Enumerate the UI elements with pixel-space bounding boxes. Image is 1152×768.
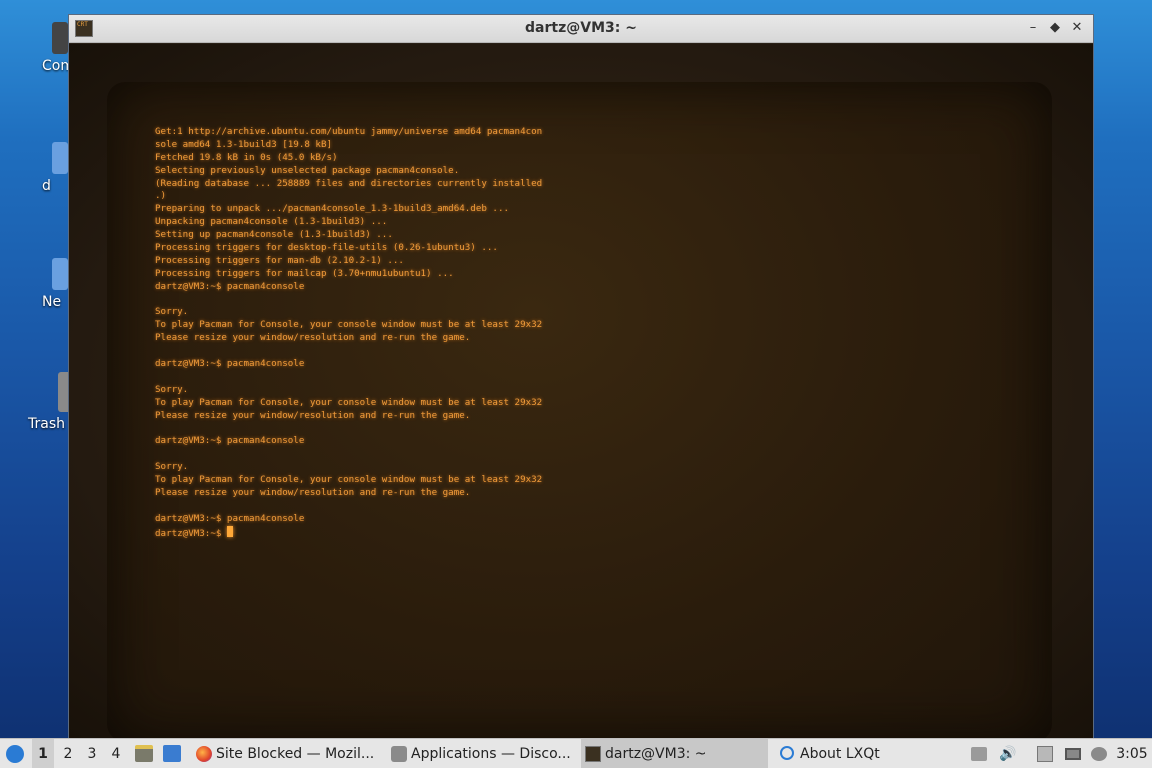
firefox-icon xyxy=(196,746,212,762)
console-line: Preparing to unpack .../pacman4console_1… xyxy=(155,203,510,215)
file-manager-launcher[interactable] xyxy=(132,739,154,768)
crt-bezel: Get:1 http://archive.ubuntu.com/ubuntu j… xyxy=(69,44,1093,739)
network-button[interactable] xyxy=(1062,739,1084,768)
task-button-discover[interactable]: Applications — Disco... xyxy=(387,739,577,768)
console-line: Processing triggers for mailcap (3.70+nm… xyxy=(155,267,454,279)
desktop-icon-label: Com xyxy=(42,58,74,74)
task-label: Applications — Disco... xyxy=(411,746,571,762)
console-line: Setting up pacman4console (1.3-1build3) … xyxy=(155,229,393,241)
crt-screen[interactable]: Get:1 http://archive.ubuntu.com/ubuntu j… xyxy=(107,82,1052,739)
computer-icon xyxy=(52,22,68,54)
network-icon xyxy=(1065,748,1081,760)
console-line: Sorry. xyxy=(155,306,189,318)
console-line: dartz@VM3:~$ pacman4console xyxy=(155,512,305,524)
console-line: Selecting previously unselected package … xyxy=(155,164,460,176)
task-label: Site Blocked — Mozil... xyxy=(216,746,375,762)
console-line: dartz@VM3:~$ pacman4console xyxy=(155,435,305,447)
tray-app-button[interactable] xyxy=(968,739,990,768)
folder-icon xyxy=(52,142,68,174)
start-menu-button[interactable] xyxy=(4,739,28,768)
window-title: dartz@VM3: ~ xyxy=(525,20,637,36)
taskbar: 1 2 3 4 Site Blocked — Mozil... Applicat… xyxy=(0,738,1152,768)
shell-prompt: dartz@VM3:~$ xyxy=(155,527,227,539)
terminal-window[interactable]: CRT dartz@VM3: ~ – ◆ ✕ Get:1 http://arch… xyxy=(68,14,1094,740)
workspace-1-button[interactable]: 1 xyxy=(32,739,54,768)
workspace-2-button[interactable]: 2 xyxy=(57,739,79,768)
desktop-icon-label: d xyxy=(42,178,51,194)
task-button-about-lxqt[interactable]: About LXQt xyxy=(776,739,936,768)
console-line: Please resize your window/resolution and… xyxy=(155,409,471,421)
console-line: .) xyxy=(155,190,167,202)
window-titlebar[interactable]: CRT dartz@VM3: ~ – ◆ ✕ xyxy=(69,15,1093,43)
task-button-terminal[interactable]: dartz@VM3: ~ xyxy=(581,739,768,768)
network-folder-icon xyxy=(52,258,68,290)
task-label: About LXQt xyxy=(800,746,880,762)
console-output[interactable]: Get:1 http://archive.ubuntu.com/ubuntu j… xyxy=(155,126,655,539)
lxqt-logo-icon xyxy=(6,745,24,763)
volume-icon: 🔊 xyxy=(999,746,1017,762)
show-desktop-icon xyxy=(163,745,181,762)
console-line: Please resize your window/resolution and… xyxy=(155,486,471,498)
show-desktop-button[interactable] xyxy=(160,739,182,768)
clock[interactable]: 3:05 xyxy=(1112,739,1152,768)
desktop-icon-network[interactable]: Ne xyxy=(0,258,70,310)
console-line: Processing triggers for desktop-file-uti… xyxy=(155,242,498,254)
clipboard-button[interactable] xyxy=(1034,739,1056,768)
desktop-icon-home[interactable]: d xyxy=(0,142,70,194)
task-button-firefox[interactable]: Site Blocked — Mozil... xyxy=(192,739,382,768)
desktop-icon-label: Trash xyxy=(28,416,65,432)
task-label: dartz@VM3: ~ xyxy=(605,746,707,762)
notification-icon xyxy=(1091,747,1107,761)
console-line: To play Pacman for Console, your console… xyxy=(155,474,543,486)
notifications-button[interactable] xyxy=(1088,739,1110,768)
close-button[interactable]: ✕ xyxy=(1069,19,1085,37)
desktop-icon-label: Ne xyxy=(42,294,62,310)
workspace-4-button[interactable]: 4 xyxy=(105,739,127,768)
console-prompt-line[interactable]: dartz@VM3:~$ xyxy=(155,525,655,539)
console-line: (Reading database ... 258889 files and d… xyxy=(155,177,543,189)
minimize-button[interactable]: – xyxy=(1025,19,1041,37)
console-line: Unpacking pacman4console (1.3-1build3) .… xyxy=(155,216,388,228)
terminal-icon xyxy=(585,746,601,762)
console-line: dartz@VM3:~$ pacman4console xyxy=(155,358,305,370)
console-line: To play Pacman for Console, your console… xyxy=(155,319,543,331)
file-manager-icon xyxy=(135,745,153,762)
console-line: Sorry. xyxy=(155,383,189,395)
console-line: dartz@VM3:~$ pacman4console xyxy=(155,280,305,292)
lxqt-icon xyxy=(780,746,794,760)
console-line: Please resize your window/resolution and… xyxy=(155,332,471,344)
console-line: sole amd64 1.3-1build3 [19.8 kB] xyxy=(155,138,333,150)
console-line: Get:1 http://archive.ubuntu.com/ubuntu j… xyxy=(155,126,543,137)
maximize-button[interactable]: ◆ xyxy=(1047,19,1063,37)
console-line: Processing triggers for man-db (2.10.2-1… xyxy=(155,254,404,266)
console-line: Sorry. xyxy=(155,461,189,473)
console-line: To play Pacman for Console, your console… xyxy=(155,396,543,408)
console-line: Fetched 19.8 kB in 0s (45.0 kB/s) xyxy=(155,151,338,163)
text-cursor xyxy=(226,525,233,537)
desktop-icon-computer[interactable]: Com xyxy=(0,22,74,74)
workspace-3-button[interactable]: 3 xyxy=(81,739,103,768)
discover-icon xyxy=(391,746,407,762)
clipboard-icon xyxy=(1037,746,1053,762)
volume-button[interactable]: 🔊 xyxy=(996,739,1018,768)
desktop-icon-trash[interactable]: Trash xyxy=(0,372,72,432)
tray-app-icon xyxy=(971,747,987,761)
